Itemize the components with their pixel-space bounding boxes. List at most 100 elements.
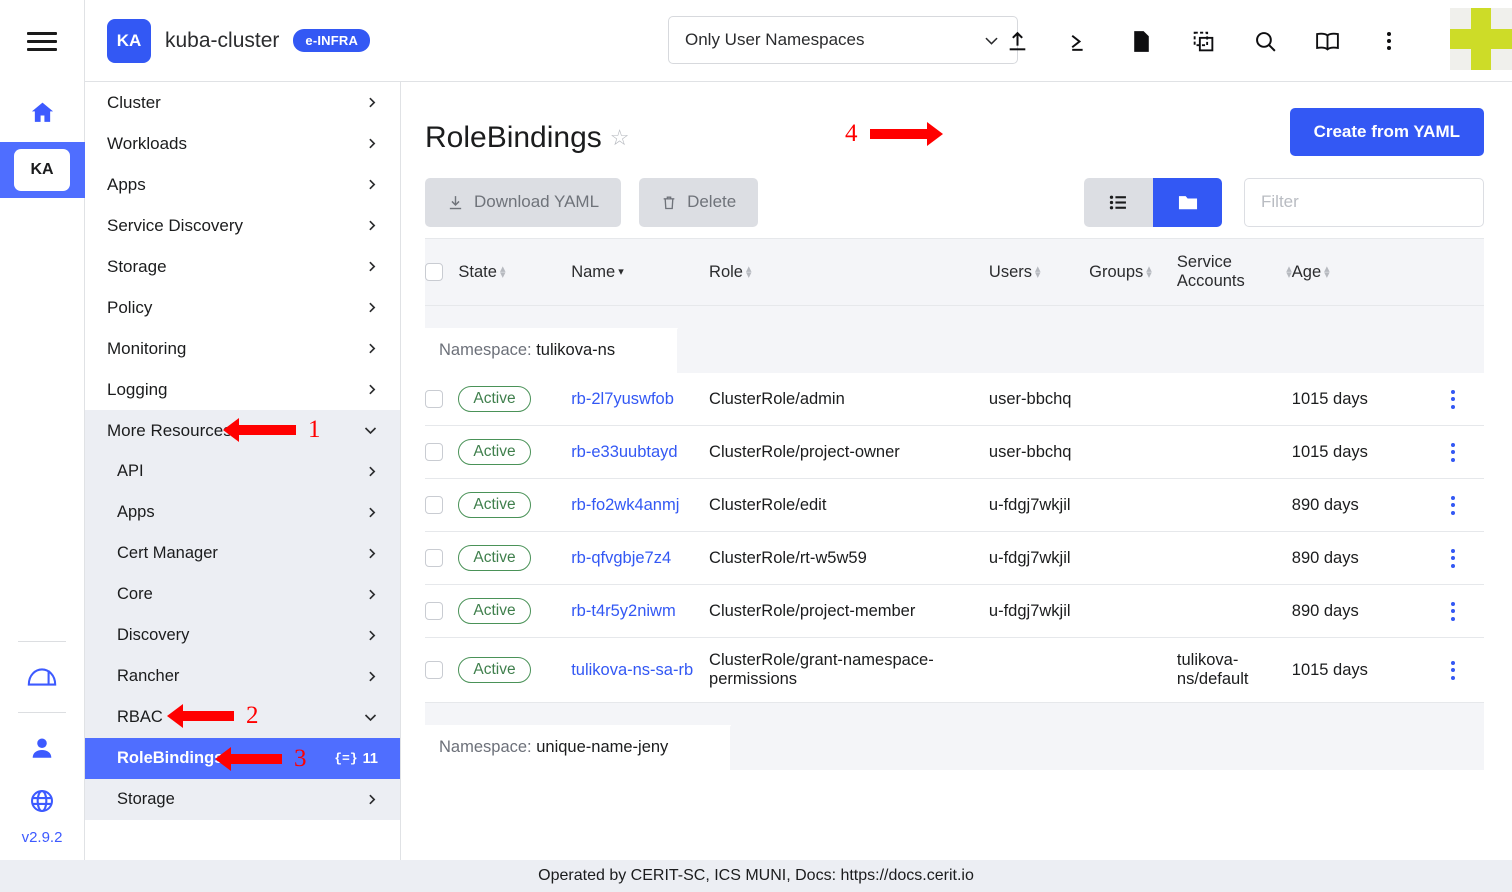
row-checkbox[interactable]	[425, 602, 443, 620]
file-icon[interactable]	[1110, 0, 1172, 82]
rail-cluster-kuba[interactable]: KA	[0, 142, 85, 198]
column-header-role[interactable]: Role▴▾	[709, 239, 989, 306]
sidebar-item-cert-manager[interactable]: Cert Manager	[85, 533, 400, 574]
language-button[interactable]	[0, 777, 84, 825]
table-row[interactable]: Activerb-qfvgbje7z4ClusterRole/rt-w5w59u…	[425, 532, 1484, 585]
cell-role: ClusterRole/project-member	[709, 585, 989, 638]
download-yaml-label: Download YAML	[474, 192, 599, 212]
hamburger-button[interactable]	[0, 0, 84, 82]
table-row[interactable]: Activerb-e33uubtaydClusterRole/project-o…	[425, 426, 1484, 479]
chevron-right-icon	[365, 342, 378, 355]
sidebar-item-service-discovery[interactable]: Service Discovery	[85, 205, 400, 246]
sidebar-item-cluster[interactable]: Cluster	[85, 82, 400, 123]
brand-block[interactable]: KA kuba-cluster e-INFRA	[85, 19, 370, 63]
sidebar-item-policy[interactable]: Policy	[85, 287, 400, 328]
rolebinding-link[interactable]: rb-2l7yuswfob	[571, 390, 674, 408]
sidebar-item-label: Core	[117, 585, 153, 604]
row-kebab-icon[interactable]	[1430, 602, 1476, 621]
sidebar-item-rolebindings[interactable]: RoleBindings{=}11	[85, 738, 400, 779]
row-checkbox[interactable]	[425, 496, 443, 514]
table-row[interactable]: Activerb-fo2wk4anmjClusterRole/editu-fdg…	[425, 479, 1484, 532]
hamburger-icon[interactable]	[27, 32, 57, 51]
column-header-age[interactable]: Age▴▾	[1292, 239, 1430, 306]
cell-groups	[1089, 426, 1177, 479]
chevron-right-icon	[365, 178, 378, 191]
sort-indicator[interactable]: ▴▾	[1146, 266, 1152, 278]
cell-groups	[1089, 479, 1177, 532]
sort-indicator[interactable]: ▴▾	[1035, 266, 1041, 278]
rolebinding-link[interactable]: tulikova-ns-sa-rb	[571, 661, 693, 679]
cluster-manager-icon	[26, 664, 58, 690]
table-row[interactable]: Activerb-t4r5y2niwmClusterRole/project-m…	[425, 585, 1484, 638]
row-kebab-icon[interactable]	[1430, 443, 1476, 462]
search-icon[interactable]	[1234, 0, 1296, 82]
column-header-users[interactable]: Users▴▾	[989, 239, 1089, 306]
sidebar-item-apps[interactable]: Apps	[85, 492, 400, 533]
column-header-state[interactable]: State▴▾	[458, 239, 571, 306]
status-badge: Active	[458, 492, 530, 518]
cell-users: u-fdgj7wkjil	[989, 585, 1089, 638]
row-kebab-icon[interactable]	[1430, 661, 1476, 680]
column-header-groups[interactable]: Groups▴▾	[1089, 239, 1177, 306]
group-view-icon[interactable]	[1153, 178, 1222, 227]
row-select-cell	[425, 373, 458, 426]
sidebar-item-rancher[interactable]: Rancher	[85, 656, 400, 697]
kubectl-shell-icon[interactable]	[1048, 0, 1110, 82]
row-checkbox[interactable]	[425, 390, 443, 408]
namespace-group-header: Namespace: unique-name-jeny	[425, 725, 1484, 770]
row-kebab-icon[interactable]	[1430, 496, 1476, 515]
sidebar-item-label: Monitoring	[107, 339, 186, 359]
rolebinding-link[interactable]: rb-qfvgbje7z4	[571, 549, 671, 567]
row-checkbox[interactable]	[425, 549, 443, 567]
row-select-cell	[425, 479, 458, 532]
download-yaml-button[interactable]: Download YAML	[425, 178, 621, 227]
sort-indicator[interactable]: ▴▾	[746, 266, 752, 278]
column-header-name[interactable]: Name▾	[571, 239, 709, 306]
sidebar-item-discovery[interactable]: Discovery	[85, 615, 400, 656]
row-kebab-icon[interactable]	[1430, 390, 1476, 409]
cluster-name: kuba-cluster	[165, 29, 279, 53]
sidebar-item-monitoring[interactable]: Monitoring	[85, 328, 400, 369]
kebab-icon[interactable]	[1358, 0, 1420, 82]
sidebar-item-storage[interactable]: Storage	[85, 779, 400, 820]
row-checkbox[interactable]	[425, 443, 443, 461]
sidebar-item-storage[interactable]: Storage	[85, 246, 400, 287]
select-all-checkbox[interactable]	[425, 263, 443, 281]
copy-kubeconfig-icon[interactable]	[1172, 0, 1234, 82]
cell-service-accounts: tulikova-ns/default	[1177, 638, 1292, 703]
sidebar-item-core[interactable]: Core	[85, 574, 400, 615]
sort-indicator[interactable]: ▾	[618, 269, 624, 275]
filter-input[interactable]	[1244, 178, 1484, 227]
column-header-sa[interactable]: Service Accounts▴▾	[1177, 239, 1292, 306]
create-from-yaml-button[interactable]: Create from YAML	[1290, 108, 1484, 156]
table-row[interactable]: Activerb-2l7yuswfobClusterRole/adminuser…	[425, 373, 1484, 426]
list-view-icon[interactable]	[1084, 178, 1153, 227]
rolebinding-link[interactable]: rb-t4r5y2niwm	[571, 602, 676, 620]
sidebar-item-api[interactable]: API	[85, 451, 400, 492]
star-outline-icon[interactable]: ☆	[610, 125, 630, 151]
rolebinding-link[interactable]: rb-e33uubtayd	[571, 443, 677, 461]
cell-state: Active	[458, 373, 571, 426]
row-checkbox[interactable]	[425, 661, 443, 679]
import-yaml-icon[interactable]	[986, 0, 1048, 82]
docs-icon[interactable]	[1296, 0, 1358, 82]
user-account-button[interactable]	[0, 719, 84, 777]
row-kebab-icon[interactable]	[1430, 549, 1476, 568]
home-button[interactable]	[0, 82, 84, 142]
sort-indicator[interactable]: ▴▾	[500, 266, 506, 278]
cluster-logo: KA	[107, 19, 151, 63]
sidebar-item-logging[interactable]: Logging	[85, 369, 400, 410]
namespace-filter-select[interactable]: Only User Namespaces	[668, 16, 1018, 64]
sidebar-item-rbac[interactable]: RBAC	[85, 697, 400, 738]
sidebar-item-more-resources[interactable]: More Resources	[85, 410, 400, 451]
rolebinding-link[interactable]: rb-fo2wk4anmj	[571, 496, 679, 514]
sidebar-item-workloads[interactable]: Workloads	[85, 123, 400, 164]
sort-indicator[interactable]: ▴▾	[1324, 266, 1330, 278]
delete-button[interactable]: Delete	[639, 178, 758, 227]
nav-sidebar: ClusterWorkloadsAppsService DiscoverySto…	[85, 82, 401, 860]
cell-actions	[1430, 479, 1484, 532]
table-row[interactable]: Activetulikova-ns-sa-rbClusterRole/grant…	[425, 638, 1484, 703]
cell-age: 890 days	[1292, 532, 1430, 585]
sidebar-item-apps[interactable]: Apps	[85, 164, 400, 205]
manage-clusters-button[interactable]	[0, 648, 84, 706]
